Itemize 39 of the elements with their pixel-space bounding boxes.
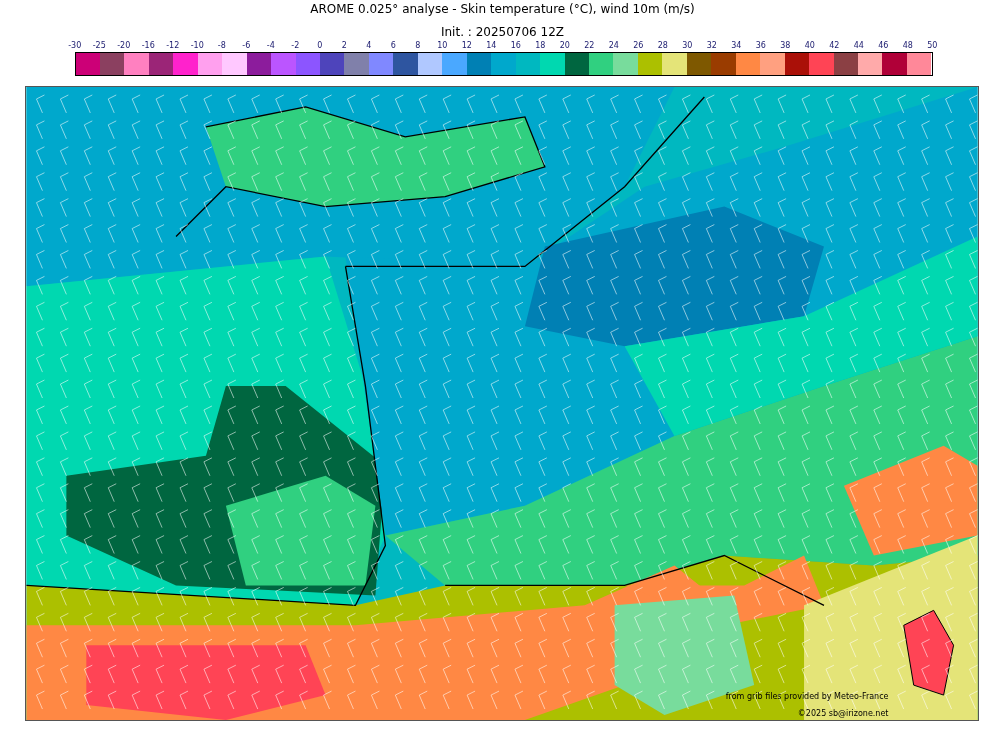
legend-tick-label: 8 (414, 41, 422, 51)
legend-tick-label: 26 (632, 41, 645, 51)
legend-tick-label: 12 (460, 41, 473, 51)
legend-tick-label: 48 (901, 41, 914, 51)
legend-tick-label: 24 (607, 41, 620, 51)
legend-tick-label: 4 (365, 41, 373, 51)
legend-tick-label: 46 (877, 41, 890, 51)
legend-tick-label: 30 (681, 41, 694, 51)
legend-tick-label: 10 (436, 41, 449, 51)
legend-tick-label: 28 (656, 41, 669, 51)
legend-tick-label: 6 (389, 41, 397, 51)
legend-tick-label: -20 (116, 41, 132, 51)
legend-tick-label: -8 (216, 41, 227, 51)
legend-tick-label: -4 (265, 41, 276, 51)
legend-tick-label: -25 (91, 41, 107, 51)
legend-tick-label: 20 (558, 41, 571, 51)
legend-tick-label: -2 (290, 41, 301, 51)
legend-tick-label: 34 (730, 41, 743, 51)
legend-tick-label: 0 (316, 41, 324, 51)
legend-tick-label: 36 (754, 41, 767, 51)
legend-tick-label: 40 (803, 41, 816, 51)
legend-tick-label: -10 (189, 41, 205, 51)
legend-tick-label: 32 (705, 41, 718, 51)
legend-tick-label: 44 (852, 41, 865, 51)
legend-tick-label: 18 (534, 41, 547, 51)
legend-tick-label: -12 (165, 41, 181, 51)
legend-tick-label: 38 (779, 41, 792, 51)
legend-tick-label: 22 (583, 41, 596, 51)
legend-tick-label: 2 (340, 41, 348, 51)
legend-tick-label: 42 (828, 41, 841, 51)
legend-tick-label: -30 (67, 41, 83, 51)
legend-tick-label: 16 (509, 41, 522, 51)
chart-subtitle: Init. : 20250706 12Z (440, 24, 565, 40)
legend-tick-label: 14 (485, 41, 498, 51)
copyright-text: ©2025 sb@irizone.net (797, 709, 889, 719)
legend-tick-label: -16 (140, 41, 156, 51)
legend-tick-label: 50 (926, 41, 939, 51)
legend-tick-label: -6 (241, 41, 252, 51)
chart-title: AROME 0.025° analyse - Skin temperature (°C), wind 10m (m/s) (310, 1, 695, 17)
